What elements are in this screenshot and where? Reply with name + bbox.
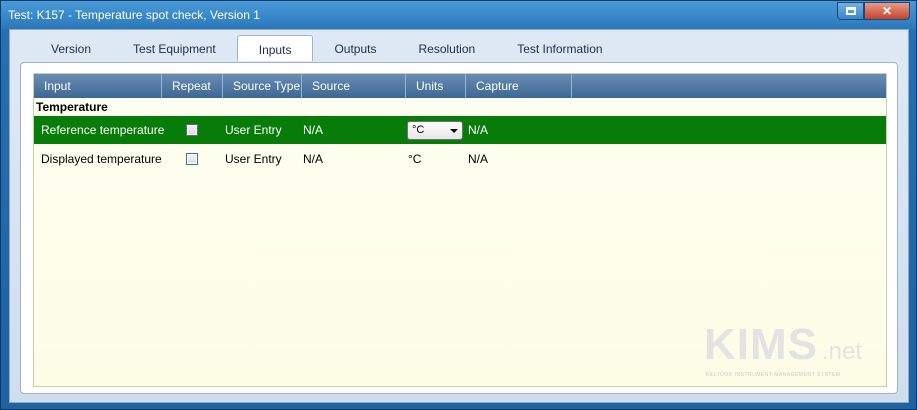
cell-source-type: User Entry xyxy=(225,123,282,137)
logo-tagline: KELTON® INSTRUMENT MANAGEMENT SYSTEM xyxy=(706,372,841,378)
units-dropdown[interactable]: °C xyxy=(407,120,463,140)
cell-source: N/A xyxy=(303,152,324,166)
tab-outputs[interactable]: Outputs xyxy=(313,37,397,61)
tab-test-information[interactable]: Test Information xyxy=(496,37,623,61)
close-icon: ✕ xyxy=(881,4,893,18)
maximize-button[interactable] xyxy=(837,2,864,20)
inputs-grid: Input Repeat Source Type Source Units Ca… xyxy=(33,73,887,387)
tab-strip: Version Test Equipment Inputs Outputs Re… xyxy=(30,35,624,61)
kims-logo: KIMS .net KELTON® INSTRUMENT MANAGEMENT … xyxy=(704,320,874,380)
logo-main-text: KIMS xyxy=(704,320,818,369)
cell-input: Displayed temperature xyxy=(41,152,162,166)
column-header-source[interactable]: Source xyxy=(302,74,406,98)
units-dropdown-value: °C xyxy=(412,124,425,136)
group-header-temperature: Temperature xyxy=(36,100,108,114)
title-bar[interactable]: Test: K157 - Temperature spot check, Ver… xyxy=(1,1,916,29)
repeat-checkbox[interactable] xyxy=(186,124,198,136)
column-header-units[interactable]: Units xyxy=(406,74,466,98)
chevron-down-icon xyxy=(450,128,458,133)
client-area: Version Test Equipment Inputs Outputs Re… xyxy=(9,29,909,403)
maximize-icon xyxy=(845,7,856,15)
repeat-checkbox-cell xyxy=(186,116,198,144)
repeat-checkbox[interactable] xyxy=(186,153,198,165)
cell-capture: N/A xyxy=(468,152,489,166)
cell-capture: N/A xyxy=(468,123,489,137)
tab-inputs[interactable]: Inputs xyxy=(236,35,314,61)
window-controls: ✕ xyxy=(837,2,910,20)
grid-header: Input Repeat Source Type Source Units Ca… xyxy=(34,74,886,98)
logo-suffix-text: .net xyxy=(822,338,863,365)
column-header-capture[interactable]: Capture xyxy=(466,74,572,98)
cell-source-type: User Entry xyxy=(225,152,282,166)
tab-version[interactable]: Version xyxy=(30,37,112,61)
tab-resolution[interactable]: Resolution xyxy=(397,37,496,61)
repeat-checkbox-cell xyxy=(186,145,198,173)
cell-units: °C xyxy=(408,152,422,166)
column-header-source-type[interactable]: Source Type xyxy=(223,74,302,98)
column-header-repeat[interactable]: Repeat xyxy=(162,74,223,98)
table-row[interactable]: Displayed temperature User Entry N/A °C … xyxy=(34,145,886,173)
cell-input: Reference temperature xyxy=(41,123,165,137)
inputs-panel: Input Repeat Source Type Source Units Ca… xyxy=(20,62,898,394)
close-button[interactable]: ✕ xyxy=(864,2,910,20)
units-dropdown-cell: °C xyxy=(407,116,463,144)
cell-source: N/A xyxy=(303,123,324,137)
app-window: Test: K157 - Temperature spot check, Ver… xyxy=(0,0,917,410)
window-title: Test: K157 - Temperature spot check, Ver… xyxy=(8,8,260,22)
column-header-input[interactable]: Input xyxy=(34,74,162,98)
table-row[interactable]: Reference temperature User Entry N/A °C … xyxy=(34,116,886,144)
tab-test-equipment[interactable]: Test Equipment xyxy=(112,37,237,61)
